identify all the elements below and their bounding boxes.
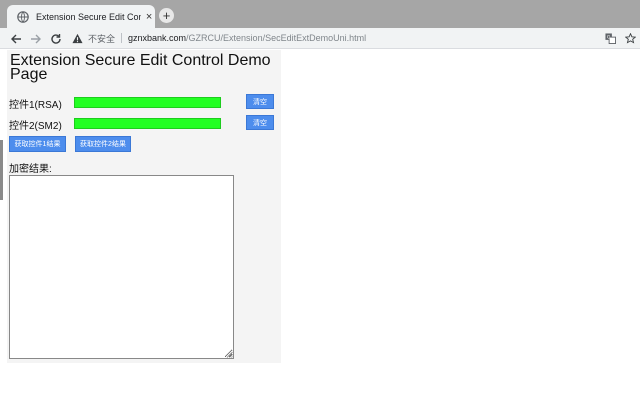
arrow-right-icon <box>30 34 41 43</box>
svg-text:G: G <box>606 34 610 40</box>
result-textarea[interactable] <box>9 175 234 359</box>
security-status[interactable]: 不安全 <box>88 32 115 45</box>
tab-title: Extension Secure Edit Control <box>36 11 142 22</box>
tab-strip: Extension Secure Edit Control × + <box>0 0 640 28</box>
translate-button[interactable]: G <box>603 31 617 45</box>
browser-tab[interactable]: Extension Secure Edit Control × <box>7 5 155 28</box>
arrow-left-icon <box>10 34 21 43</box>
secure-edit-control-1[interactable] <box>74 97 221 108</box>
reload-button[interactable] <box>48 31 63 46</box>
get-result2-button[interactable]: 获取控件2结果 <box>75 136 131 152</box>
reload-icon <box>50 33 61 44</box>
bookmark-button[interactable] <box>623 31 637 45</box>
back-button[interactable] <box>8 31 23 46</box>
page-title: Extension Secure Edit Control Demo Page <box>10 52 271 83</box>
result-label: 加密结果: <box>9 164 52 175</box>
close-tab-icon[interactable]: × <box>143 11 155 23</box>
url-host: gznxbank.com <box>128 33 187 43</box>
control2-label: 控件2(SM2) <box>9 121 62 132</box>
resize-grip-icon[interactable] <box>226 351 233 358</box>
clear-control1-button[interactable]: 清空 <box>246 94 274 109</box>
url-path: /GZRCU/Extension/SecEditExtDemoUni.html <box>186 33 367 43</box>
warning-icon <box>72 33 83 43</box>
translate-icon: G <box>604 32 616 44</box>
secure-edit-control-2[interactable] <box>74 118 221 129</box>
forward-button[interactable] <box>28 31 43 46</box>
address-bar[interactable]: 不安全 gznxbank.com /GZRCU/Extension/SecEdi… <box>68 29 598 47</box>
get-result1-button[interactable]: 获取控件1结果 <box>9 136 66 152</box>
window-edge <box>0 140 3 200</box>
omnibox-separator <box>121 33 123 43</box>
control1-label: 控件1(RSA) <box>9 100 62 111</box>
browser-toolbar: 不安全 gznxbank.com /GZRCU/Extension/SecEdi… <box>0 28 640 49</box>
globe-icon <box>17 10 29 23</box>
new-tab-button[interactable]: + <box>159 8 174 23</box>
clear-control2-button[interactable]: 清空 <box>246 115 274 130</box>
star-icon <box>624 32 636 44</box>
